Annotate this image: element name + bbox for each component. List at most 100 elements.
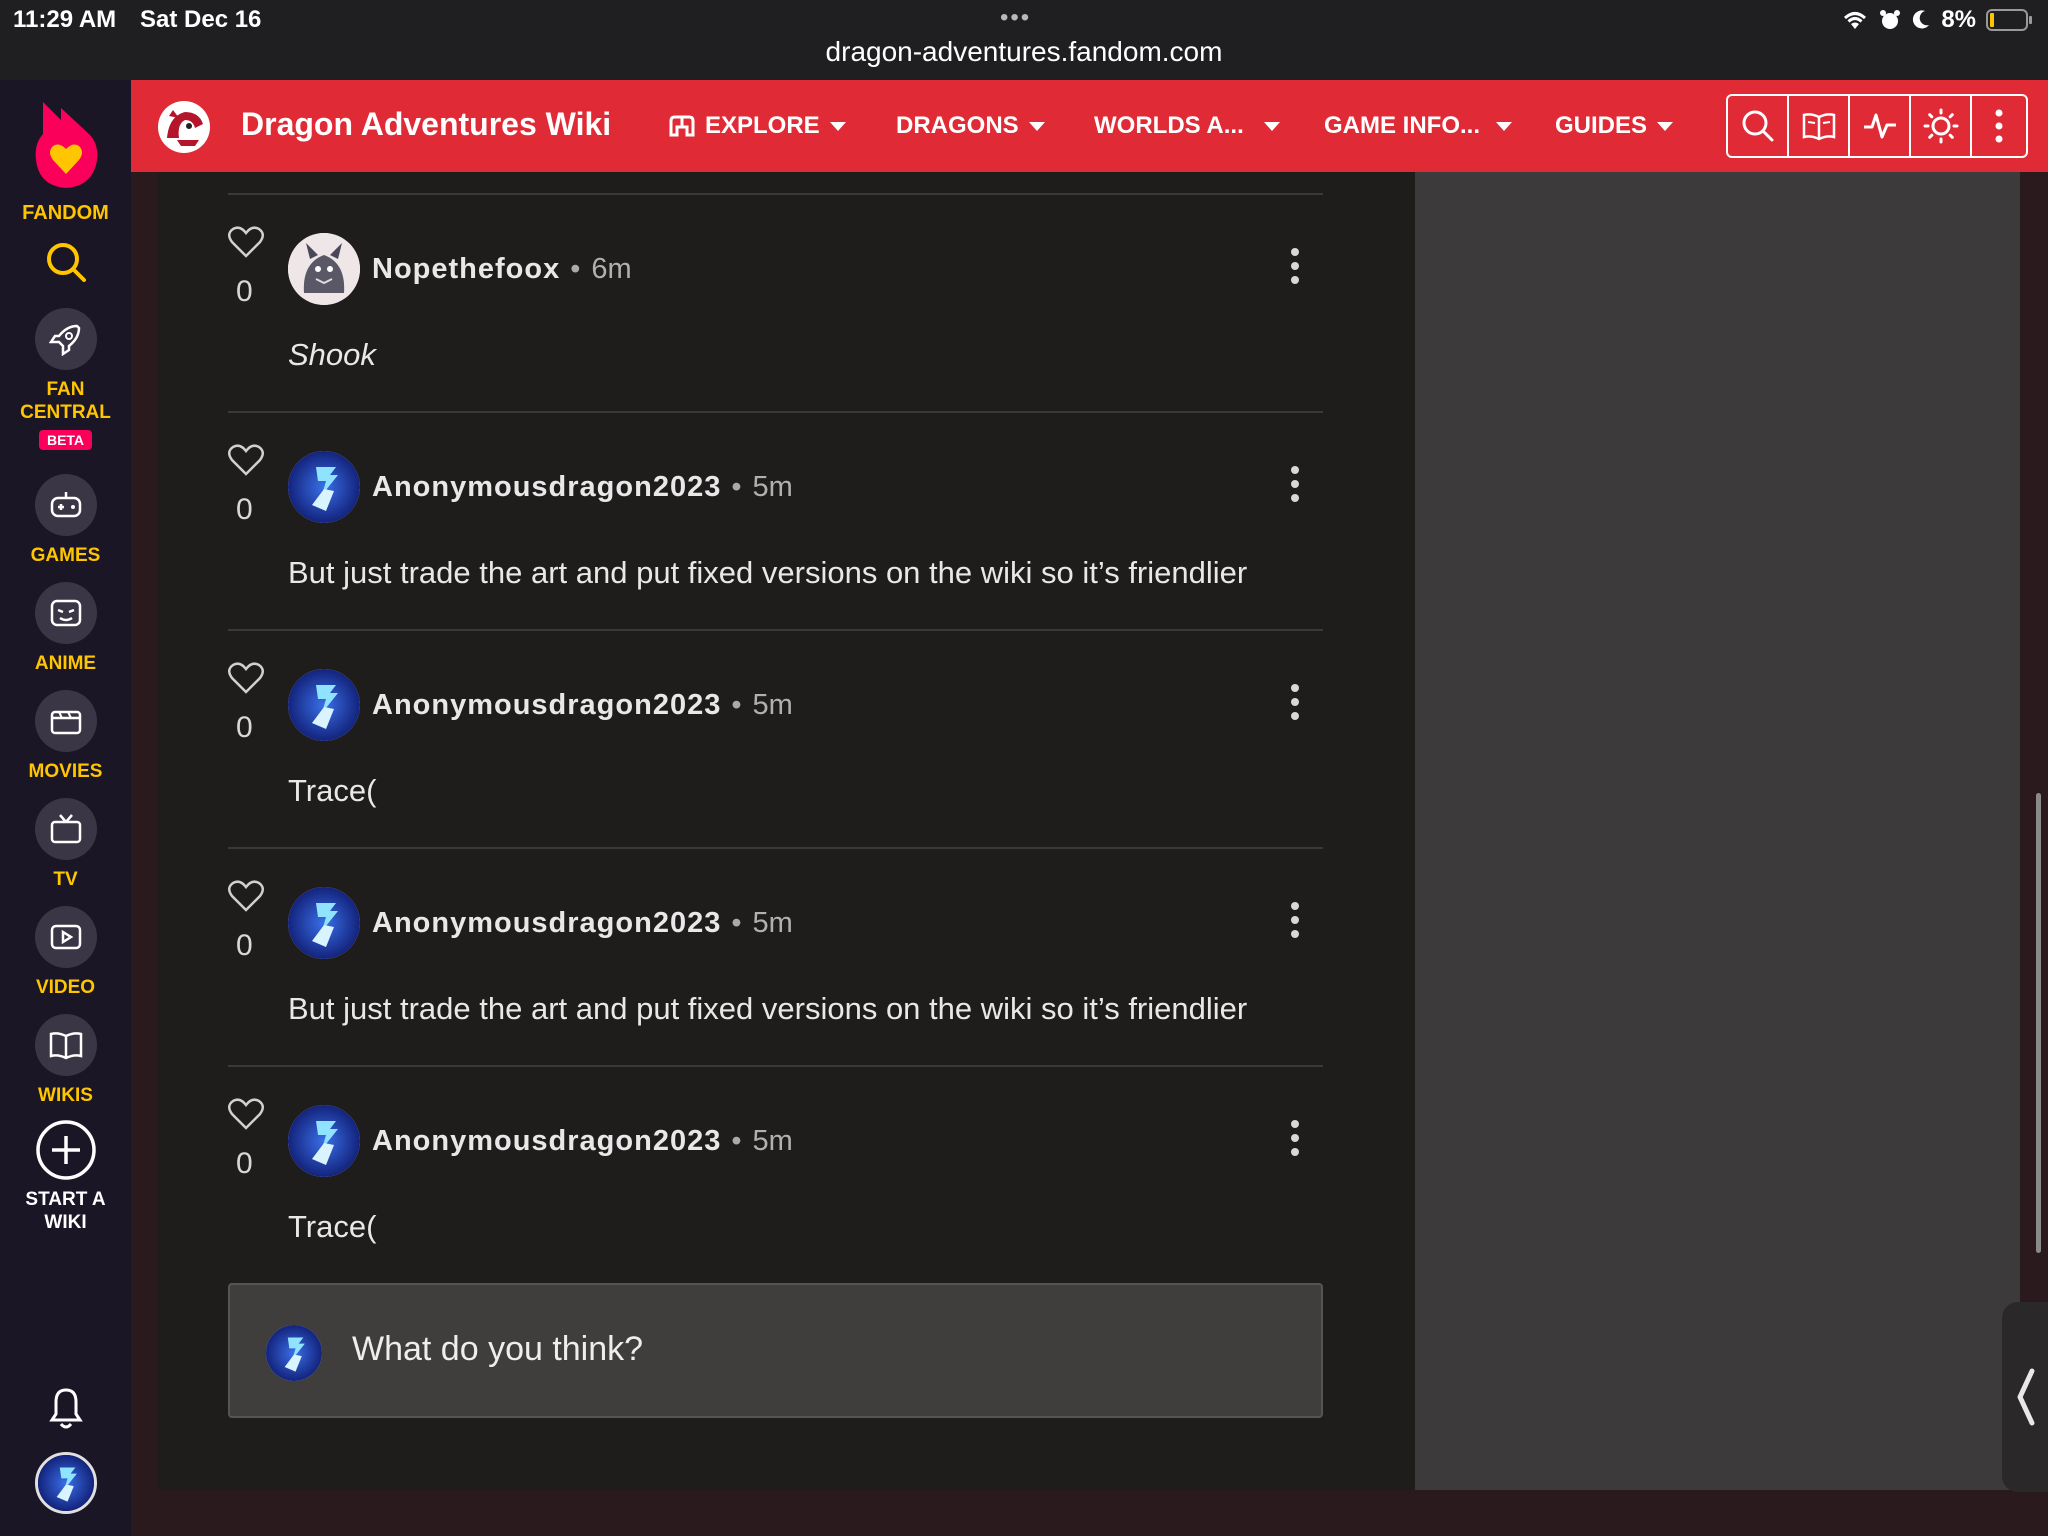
sun-icon [1923,108,1958,144]
explore-icon [669,115,695,137]
notifications-button[interactable] [0,1386,131,1430]
rail-label-anime: ANIME [34,653,97,674]
comment-options-icon[interactable] [1290,1119,1300,1157]
rail-label-movies: MOVIES [28,761,103,782]
chevron-down-icon [1263,121,1280,131]
rail-item-games[interactable]: GAMES [0,474,131,567]
timestamp: 5m [752,907,793,939]
timestamp: 5m [752,689,793,721]
clock: 11:29 AM [13,6,117,33]
comment-meta: Anonymousdragon2023 • 5m [372,1125,793,1157]
rail-item-wikis[interactable]: WIKIS [0,1014,131,1107]
comment-meta: Nopethefoox • 6m [372,253,632,285]
battery-percent: 8% [1941,6,1976,33]
anime-face-icon [34,582,97,644]
comment-item: 0 Nopethefoox • 6m Shook [228,195,1323,413]
timestamp: 5m [752,1125,793,1157]
search-icon [1742,110,1773,142]
rail-item-video[interactable]: VIDEO [0,906,131,999]
rail-label-wikis: WIKIS [38,1085,93,1106]
avatar[interactable] [288,233,360,305]
rail-item-tv[interactable]: TV [0,798,131,891]
nav-dragons[interactable]: DRAGONS [896,112,1045,140]
comment-options-icon[interactable] [1290,465,1300,503]
avatar[interactable] [288,1105,360,1177]
comment-meta: Anonymousdragon2023 • 5m [372,471,793,503]
username-link[interactable]: Anonymousdragon2023 [372,1125,721,1157]
chevron-down-icon [1028,121,1045,131]
heart-like-icon[interactable] [228,1097,264,1131]
heart-like-icon[interactable] [228,661,264,695]
battery-icon [1986,9,2032,31]
gamepad-icon [34,474,97,536]
fandom-logo-link[interactable]: FANDOM [0,94,131,225]
wiki-logo[interactable] [155,98,213,156]
nav-worlds[interactable]: WORLDS A... [1094,112,1280,140]
timestamp: 6m [591,253,632,285]
username-link[interactable]: Anonymousdragon2023 [372,471,721,503]
wiki-title[interactable]: Dragon Adventures Wiki [241,106,611,143]
avatar[interactable] [288,669,360,741]
heart-like-icon[interactable] [228,879,264,913]
comment-item: 0 Anonymousdragon2023 • 5m Trace( [228,1067,1323,1285]
comment-item: 0 Anonymousdragon2023 • 5m But just trade … [228,849,1323,1067]
heart-like-icon[interactable] [228,225,264,259]
chevron-left-icon [2017,1368,2035,1426]
nav-label: GUIDES [1555,112,1648,139]
more-options-button[interactable] [1972,96,2026,156]
user-avatar-button[interactable] [0,1452,131,1514]
nav-game-info[interactable]: GAME INFO... [1324,112,1512,140]
heart-like-icon[interactable] [228,443,264,477]
avatar[interactable] [288,451,360,523]
chevron-down-icon [1496,121,1512,131]
comment-meta: Anonymousdragon2023 • 5m [372,907,793,939]
wifi-icon [1844,12,1867,29]
rail-label-video: VIDEO [35,977,96,998]
theme-toggle-button[interactable] [1911,96,1972,156]
activity-pulse-icon [1863,113,1896,139]
rail-search[interactable] [0,240,131,284]
plus-circle-icon [35,1120,96,1180]
rail-item-anime[interactable]: ANIME [0,582,131,675]
username-link[interactable]: Anonymousdragon2023 [372,907,721,939]
chevron-down-icon [1657,121,1674,131]
rail-item-fan-central[interactable]: FAN CENTRAL BETA [0,308,131,450]
open-book-icon [34,1014,97,1076]
rail-label-tv: TV [53,869,78,890]
nav-label: DRAGONS [896,112,1019,139]
side-drawer-handle[interactable] [2002,1302,2048,1492]
comment-item: 0 Anonymousdragon2023 • 5m Trace( [228,631,1323,849]
rail-label-fan-central: FAN CENTRAL [20,379,111,423]
like-count: 0 [236,493,253,526]
moon-icon [1913,10,1930,29]
start-a-wiki-button[interactable]: START A WIKI [0,1118,131,1234]
like-count: 0 [236,275,253,308]
reply-input[interactable]: What do you think? [228,1283,1323,1418]
avatar [34,1452,97,1514]
comment-options-icon[interactable] [1290,683,1300,721]
bell-icon [48,1388,83,1429]
comment-text: But just trade the art and put fixed ver… [288,555,1248,590]
comment-options-icon[interactable] [1290,247,1300,285]
comment-text: Trace( [288,1209,377,1244]
fandom-flame-icon [35,102,97,188]
wiki-discuss-button[interactable] [1789,96,1850,156]
address-bar-url[interactable]: dragon-adventures.fandom.com [0,36,2048,68]
rail-item-movies[interactable]: MOVIES [0,690,131,783]
page-scrollbar[interactable] [2036,793,2041,1253]
search-icon [46,243,86,282]
date: Sat Dec 16 [140,6,262,33]
alarm-icon [1880,10,1901,29]
rocket-icon [34,308,97,370]
nav-guides[interactable]: GUIDES [1555,112,1674,140]
wiki-search-button[interactable] [1728,96,1789,156]
avatar[interactable] [288,887,360,959]
chevron-down-icon [829,121,846,131]
nav-explore[interactable]: EXPLORE [669,112,846,140]
fandom-brand-label: FANDOM [22,202,109,224]
username-link[interactable]: Anonymousdragon2023 [372,689,721,721]
comment-options-icon[interactable] [1290,901,1300,939]
recent-activity-button[interactable] [1850,96,1911,156]
multitask-dots[interactable]: ••• [1000,4,1031,32]
username-link[interactable]: Nopethefoox [372,253,560,285]
